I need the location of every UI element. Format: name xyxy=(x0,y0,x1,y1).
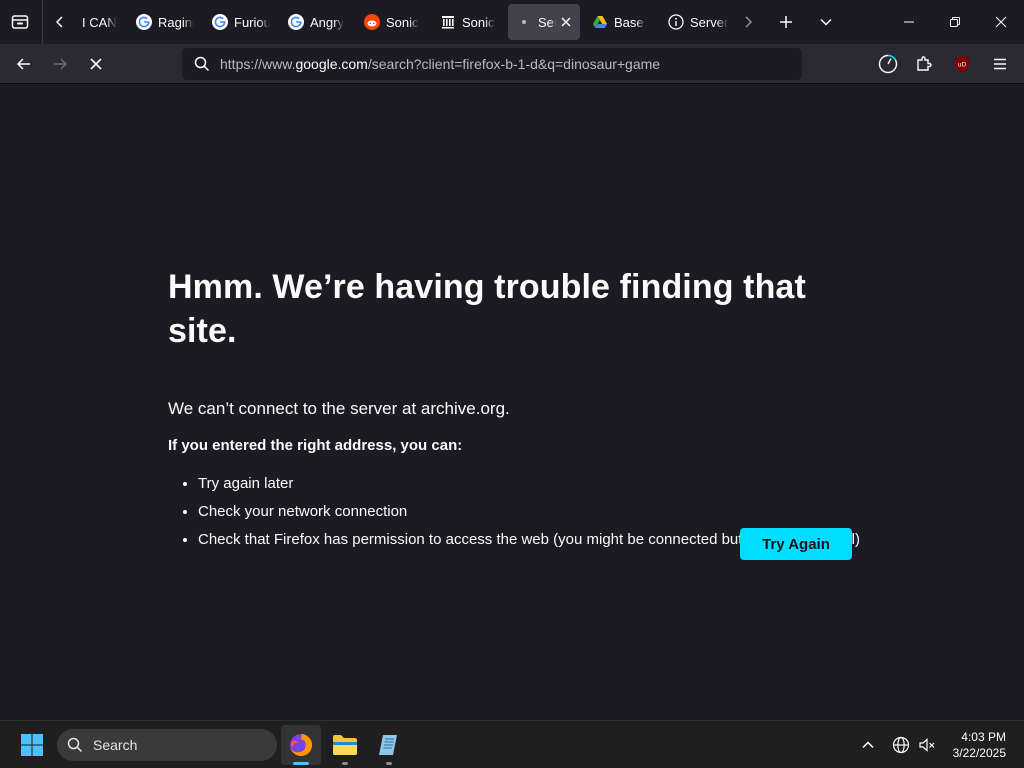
taskbar-app[interactable] xyxy=(369,725,409,765)
notepad-icon xyxy=(379,735,397,755)
tab-title: Angry xyxy=(310,14,344,30)
stop-icon xyxy=(90,58,102,70)
tab-title: Base C xyxy=(614,14,646,30)
ublock-origin-icon: uD xyxy=(955,56,969,72)
minimize-button[interactable] xyxy=(886,0,932,44)
list-item: Check your network connection xyxy=(198,498,868,526)
reddit-icon xyxy=(364,14,380,30)
dot-icon xyxy=(516,14,532,30)
scroll-tabs-left-button[interactable] xyxy=(44,4,76,40)
tab-title: Ser xyxy=(538,14,556,30)
firefox-view-button[interactable] xyxy=(2,4,38,40)
volume-button[interactable] xyxy=(912,725,942,765)
tab-title: Furious xyxy=(234,14,270,30)
divider xyxy=(42,0,43,44)
puzzle-icon xyxy=(917,56,932,71)
tab-3[interactable]: Furious xyxy=(204,4,278,40)
folder-icon xyxy=(333,735,357,755)
restore-button[interactable] xyxy=(932,0,978,44)
info-icon xyxy=(668,14,684,30)
url-suffix: /search?client=firefox-b-1-d&q=dinosaur+… xyxy=(367,56,661,72)
tab-7-active[interactable]: Ser xyxy=(508,4,580,40)
chevron-down-icon xyxy=(820,18,832,26)
search-icon xyxy=(67,737,83,753)
url-bar[interactable]: https://www.google.com/search?client=fir… xyxy=(182,48,802,80)
chevron-up-icon xyxy=(862,741,874,749)
firefox-icon xyxy=(290,733,313,756)
system-clock[interactable]: 4:03 PM 3/22/2025 xyxy=(953,729,1006,761)
tab-strip: I CAN Raging Furious Angry Sonic Sonic S… xyxy=(0,0,1024,44)
tab-5[interactable]: Sonic xyxy=(356,4,430,40)
firefox-view-icon xyxy=(11,15,29,29)
start-button[interactable] xyxy=(12,725,52,765)
forward-button[interactable] xyxy=(44,48,76,80)
downloads-button[interactable] xyxy=(872,48,904,80)
tab-title: I CAN xyxy=(82,14,117,30)
url-text[interactable]: https://www.google.com/search?client=fir… xyxy=(220,56,660,72)
tab-2[interactable]: Raging xyxy=(128,4,202,40)
error-suggestions-heading: If you entered the right address, you ca… xyxy=(168,437,463,454)
chevron-right-icon xyxy=(745,16,753,28)
taskbar-file-explorer[interactable] xyxy=(325,725,365,765)
error-description: We can’t connect to the server at archiv… xyxy=(168,399,510,418)
active-indicator xyxy=(293,762,309,765)
taskbar-search-label: Search xyxy=(93,737,138,753)
scroll-tabs-right-button[interactable] xyxy=(732,4,764,40)
globe-icon xyxy=(892,736,910,754)
navigation-toolbar: https://www.google.com/search?client=fir… xyxy=(0,44,1024,84)
google-icon xyxy=(288,14,304,30)
google-icon xyxy=(212,14,228,30)
tab-title: Raging xyxy=(158,14,194,30)
page-content: Hmm. We’re having trouble finding that s… xyxy=(0,85,1024,720)
plus-icon xyxy=(780,16,792,28)
error-container: Hmm. We’re having trouble finding that s… xyxy=(168,265,868,554)
speaker-muted-icon xyxy=(919,738,935,752)
tab-6[interactable]: Sonic xyxy=(432,4,506,40)
url-host: google.com xyxy=(295,56,368,72)
tab-title: Server xyxy=(690,14,728,30)
back-button[interactable] xyxy=(8,48,40,80)
close-icon xyxy=(561,17,571,27)
search-icon xyxy=(194,56,210,72)
close-tab-button[interactable] xyxy=(560,16,572,28)
restore-icon xyxy=(950,17,960,27)
extensions-button[interactable] xyxy=(908,48,940,80)
arrow-right-icon xyxy=(54,58,68,70)
hamburger-menu-icon xyxy=(994,58,1006,70)
tab-4[interactable]: Angry xyxy=(280,4,354,40)
clock-date: 3/22/2025 xyxy=(952,746,1006,760)
stop-button[interactable] xyxy=(80,48,112,80)
taskbar-search[interactable]: Search xyxy=(57,729,277,761)
tab-title: Sonic xyxy=(386,14,419,30)
taskbar-firefox[interactable] xyxy=(281,725,321,765)
minimize-icon xyxy=(904,21,914,23)
error-title: Hmm. We’re having trouble finding that s… xyxy=(168,268,806,350)
progress-circle-icon xyxy=(878,54,898,74)
try-again-button[interactable]: Try Again xyxy=(740,528,852,560)
arrow-left-icon xyxy=(16,58,30,70)
svg-text:uD: uD xyxy=(958,62,967,69)
app-menu-button[interactable] xyxy=(984,48,1016,80)
list-all-tabs-button[interactable] xyxy=(808,4,844,40)
running-indicator xyxy=(342,762,348,765)
tab-title: Sonic xyxy=(462,14,495,30)
google-drive-icon xyxy=(592,14,608,30)
taskbar: Search 4:03 PM 3/22/2025 xyxy=(0,720,1024,768)
windows-logo-icon xyxy=(21,734,43,756)
clock-time: 4:03 PM xyxy=(961,730,1006,744)
tab-8[interactable]: Base C xyxy=(584,4,654,40)
ublock-origin-button[interactable]: uD xyxy=(946,48,978,80)
running-indicator xyxy=(386,762,392,765)
list-item: Try again later xyxy=(198,470,868,498)
show-hidden-icons-button[interactable] xyxy=(850,725,886,765)
close-icon xyxy=(995,16,1007,28)
museum-icon xyxy=(440,14,456,30)
chevron-left-icon xyxy=(55,16,63,28)
google-icon xyxy=(136,14,152,30)
tab-9[interactable]: Server xyxy=(660,4,736,40)
url-prefix: https://www. xyxy=(220,56,296,72)
close-window-button[interactable] xyxy=(978,0,1024,44)
tab-1[interactable]: I CAN xyxy=(74,4,128,40)
new-tab-button[interactable] xyxy=(768,4,804,40)
